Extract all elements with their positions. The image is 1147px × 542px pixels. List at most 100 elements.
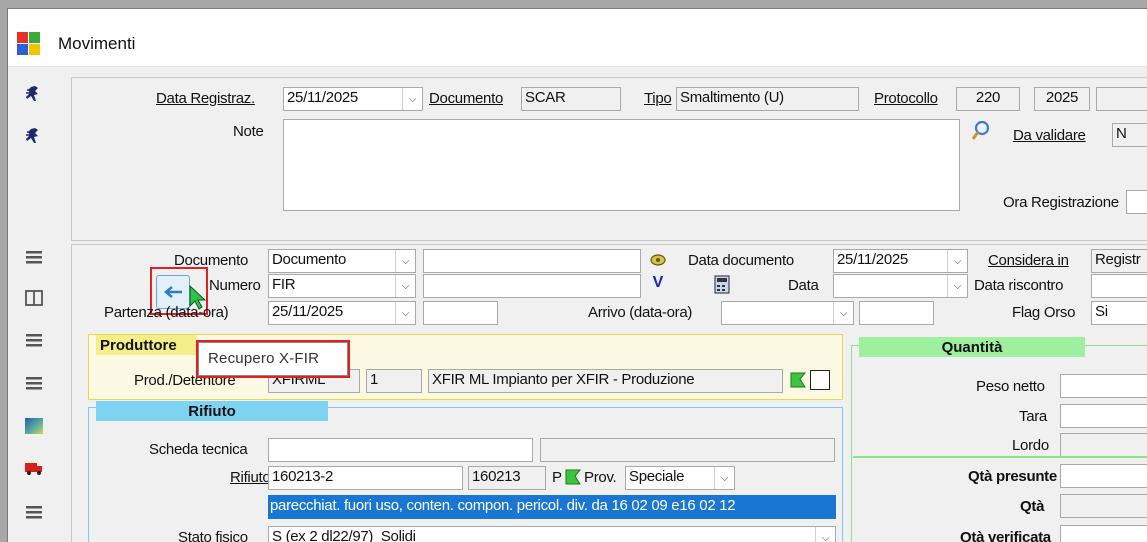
documento-select[interactable]: Documento ⌵ bbox=[268, 249, 416, 273]
scheda-tecnica-field[interactable] bbox=[268, 438, 533, 462]
arrivo-label: Arrivo (data-ora) bbox=[588, 304, 693, 321]
list-icon-2[interactable] bbox=[21, 327, 47, 353]
tara-field[interactable] bbox=[1060, 404, 1147, 428]
qta-presunte-field[interactable] bbox=[1060, 464, 1147, 488]
data-documento-value: 25/11/2025 bbox=[837, 251, 908, 268]
protocollo-extra-field[interactable] bbox=[1096, 87, 1147, 111]
lordo-field[interactable] bbox=[1060, 433, 1147, 457]
rifiuto-label[interactable]: Rifiuto bbox=[230, 469, 271, 486]
app-icon bbox=[17, 32, 41, 56]
protocollo-year-field[interactable]: 2025 bbox=[1034, 87, 1090, 111]
produttore-header: Produttore bbox=[96, 335, 196, 355]
data-field[interactable]: ⌵ bbox=[833, 274, 968, 298]
considera-in-field[interactable]: Registr bbox=[1091, 249, 1147, 273]
columns-icon[interactable] bbox=[21, 285, 47, 311]
stato-fisico-label[interactable]: Stato fisico bbox=[178, 529, 248, 542]
data-label: Data bbox=[788, 277, 819, 294]
prov-select[interactable]: Speciale ⌵ bbox=[625, 466, 735, 490]
tipo-field[interactable]: Smaltimento (U) bbox=[676, 87, 859, 111]
considera-in-label[interactable]: Considera in bbox=[988, 252, 1069, 269]
green-arrow-icon[interactable] bbox=[788, 369, 808, 391]
data-registraz-label[interactable]: Data Registraz. bbox=[156, 90, 255, 107]
quantita-header: Quantità bbox=[859, 337, 1085, 357]
scheda-tecnica-desc-field[interactable] bbox=[540, 438, 835, 462]
stato-fisico-select[interactable]: S (ex 2 dl22/97) Solidi ⌵ bbox=[268, 526, 836, 542]
protocollo-number-field[interactable]: 220 bbox=[956, 87, 1020, 111]
da-validare-label[interactable]: Da validare bbox=[1013, 127, 1086, 144]
tipo-label[interactable]: Tipo bbox=[644, 90, 672, 107]
qta-verificata-label: Qtà verificata bbox=[960, 529, 1051, 542]
qta-field[interactable] bbox=[1060, 494, 1147, 518]
list-icon[interactable] bbox=[21, 244, 47, 270]
prov-label: Prov. bbox=[584, 469, 617, 486]
runner-icon-2[interactable] bbox=[21, 123, 47, 149]
rifiuto-cer-field[interactable]: 160213 bbox=[468, 466, 546, 490]
data-riscontro-label: Data riscontro bbox=[974, 277, 1064, 294]
search-icon[interactable] bbox=[970, 119, 992, 143]
prod-checkbox[interactable] bbox=[810, 370, 830, 390]
rifiuto-desc-field[interactable]: parecchiat. fuori uso, conten. compon. p… bbox=[268, 495, 836, 519]
stato-fisico-value: S (ex 2 dl22/97) Solidi bbox=[272, 528, 416, 542]
numero-text-field[interactable] bbox=[423, 274, 641, 298]
documento-top-label[interactable]: Documento bbox=[429, 90, 503, 107]
title-bar: Movimenti bbox=[8, 9, 1147, 67]
tooltip-highlight-box bbox=[196, 340, 350, 378]
movimenti-window: Movimenti Data Registraz. 25/11/2025 ⌵ D… bbox=[7, 8, 1147, 542]
green-arrow-icon-2[interactable] bbox=[564, 466, 582, 488]
runner-icon[interactable] bbox=[21, 81, 47, 107]
chevron-down-icon[interactable]: ⌵ bbox=[402, 88, 422, 110]
chevron-down-icon[interactable]: ⌵ bbox=[815, 527, 835, 542]
gradient-icon[interactable] bbox=[21, 413, 47, 439]
arrivo-field[interactable]: ⌵ bbox=[721, 301, 854, 325]
arrivo-ora-field[interactable] bbox=[859, 301, 934, 325]
data-riscontro-field[interactable] bbox=[1091, 274, 1147, 298]
data-registraz-value: 25/11/2025 bbox=[287, 89, 358, 106]
ora-registrazione-label: Ora Registrazione bbox=[1003, 194, 1119, 211]
link-icon[interactable] bbox=[648, 250, 668, 270]
ora-registrazione-field[interactable] bbox=[1126, 190, 1147, 214]
prod-desc-field[interactable]: XFIR ML Impianto per XFIR - Produzione bbox=[428, 369, 783, 393]
note-field[interactable] bbox=[283, 119, 960, 211]
partenza-value: 25/11/2025 bbox=[272, 303, 343, 320]
prov-select-value: Speciale bbox=[629, 468, 685, 485]
chevron-down-icon[interactable]: ⌵ bbox=[947, 275, 967, 297]
scheda-tecnica-label: Scheda tecnica bbox=[149, 441, 248, 458]
calculator-icon[interactable] bbox=[712, 274, 732, 296]
documento-text-field[interactable] bbox=[423, 249, 641, 273]
list-icon-4[interactable] bbox=[21, 499, 47, 525]
chevron-down-icon[interactable]: ⌵ bbox=[395, 275, 415, 297]
chevron-down-icon[interactable]: ⌵ bbox=[833, 302, 853, 324]
chevron-down-icon[interactable]: ⌵ bbox=[714, 467, 734, 489]
validate-v-button[interactable]: V bbox=[648, 274, 668, 296]
rifiuto-code-field[interactable]: 160213-2 bbox=[268, 466, 463, 490]
prod-num-field[interactable]: 1 bbox=[366, 369, 422, 393]
flag-orso-label: Flag Orso bbox=[1012, 304, 1076, 321]
lordo-label: Lordo bbox=[1012, 437, 1049, 454]
chevron-down-icon[interactable]: ⌵ bbox=[395, 302, 415, 324]
qta-verificata-field[interactable] bbox=[1060, 525, 1147, 542]
chevron-down-icon[interactable]: ⌵ bbox=[947, 250, 967, 272]
window-title: Movimenti bbox=[58, 34, 136, 53]
chevron-down-icon[interactable]: ⌵ bbox=[395, 250, 415, 272]
list-icon-3[interactable] bbox=[21, 370, 47, 396]
partenza-ora-field[interactable] bbox=[423, 301, 498, 325]
flag-orso-field[interactable]: Si bbox=[1091, 301, 1147, 325]
truck-icon[interactable] bbox=[21, 455, 47, 481]
data-registraz-field[interactable]: 25/11/2025 ⌵ bbox=[283, 87, 423, 111]
quantita-divider bbox=[853, 456, 1147, 458]
qta-presunte-label: Qtà presunte bbox=[968, 468, 1057, 485]
numero-select[interactable]: FIR ⌵ bbox=[268, 274, 416, 298]
documento-top-field[interactable]: SCAR bbox=[521, 87, 621, 111]
rifiuto-p-label: P bbox=[552, 469, 562, 486]
numero-label: Numero bbox=[209, 277, 261, 294]
data-documento-field[interactable]: 25/11/2025 ⌵ bbox=[833, 249, 968, 273]
da-validare-field[interactable]: N bbox=[1112, 123, 1147, 147]
data-documento-label: Data documento bbox=[688, 252, 794, 269]
protocollo-label[interactable]: Protocollo bbox=[874, 90, 938, 107]
partenza-field[interactable]: 25/11/2025 ⌵ bbox=[268, 301, 416, 325]
rifiuto-header: Rifiuto bbox=[96, 401, 328, 421]
numero-select-value: FIR bbox=[272, 276, 296, 293]
qta-label: Qtà bbox=[1020, 498, 1045, 515]
partenza-label: Partenza (data-ora) bbox=[104, 304, 229, 321]
peso-netto-field[interactable] bbox=[1060, 374, 1147, 398]
